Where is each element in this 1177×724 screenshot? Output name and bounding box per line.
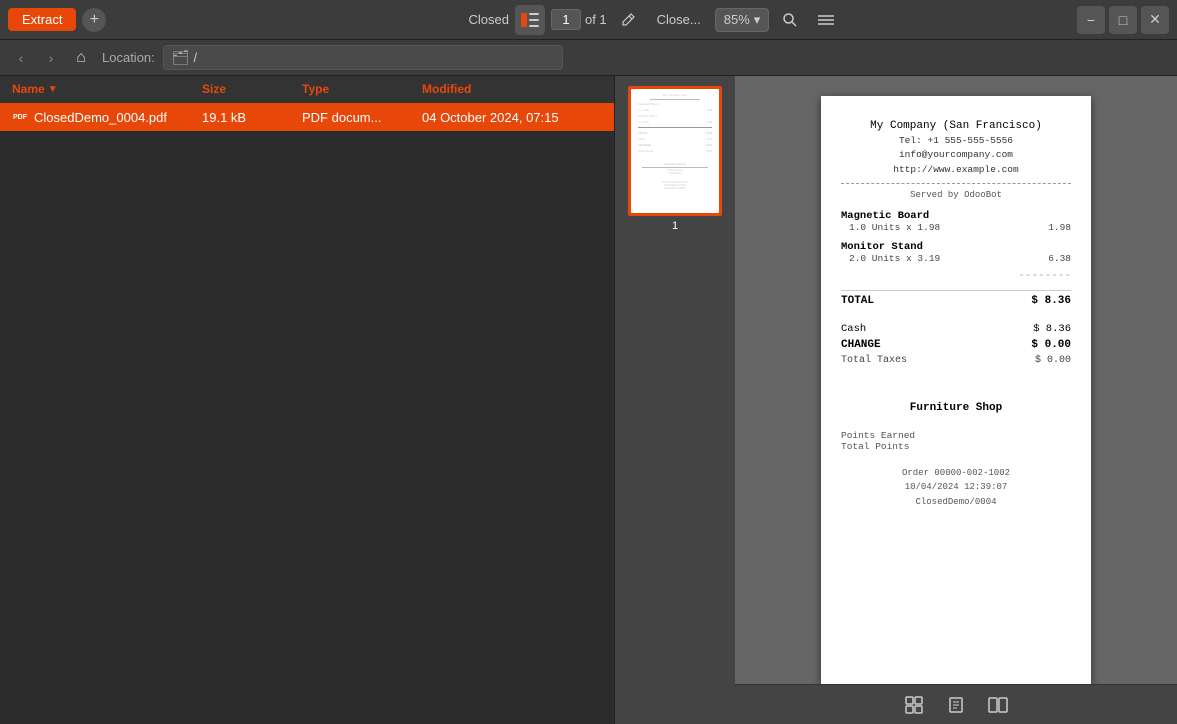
pdf-change-row: CHANGE $ 0.00 <box>841 339 1071 351</box>
search-icon <box>782 12 798 28</box>
sort-arrow-icon: ▼ <box>48 84 58 95</box>
pdf-company-name: My Company (San Francisco) <box>841 120 1071 132</box>
col-modified-label: Modified <box>422 82 471 96</box>
pdf-item-2-name: Monitor Stand <box>841 241 1071 253</box>
page-navigation: 1 of 1 <box>551 9 607 30</box>
pdf-cash-label: Cash <box>841 323 866 335</box>
home-button[interactable]: ⌂ <box>68 45 94 71</box>
page-total-label: of 1 <box>585 12 607 27</box>
file-panel: Name ▼ Size Type Modified PDF ClosedDemo… <box>0 76 615 724</box>
pdf-total-label: TOTAL <box>841 295 874 307</box>
zoom-level-label: 85% <box>724 12 750 27</box>
pdf-view-area: My Company (San Francisco) Tel: +1 555-5… <box>735 76 1177 724</box>
pdf-item-1-detail: 1.0 Units x 1.98 1.98 <box>849 222 1071 233</box>
zoom-arrow-icon: ▾ <box>754 12 761 28</box>
pen-icon <box>620 12 636 28</box>
pdf-taxes-row: Total Taxes $ 0.00 <box>841 355 1071 366</box>
main-area: Name ▼ Size Type Modified PDF ClosedDemo… <box>0 76 1177 724</box>
grid-view-button[interactable] <box>897 690 931 720</box>
pdf-panel: My Company (SF) Magnetic Board 1 x 1.981… <box>615 76 1177 724</box>
file-table-header: Name ▼ Size Type Modified <box>0 76 614 103</box>
thumbnail-page-number: 1 <box>672 220 678 232</box>
window-controls: − □ ✕ <box>1077 6 1169 34</box>
pdf-served-by: Served by OdooBot <box>841 190 1071 200</box>
pdf-order-number: Order 00000-002-1002 <box>841 466 1071 480</box>
pdf-taxes-label: Total Taxes <box>841 355 907 366</box>
pdf-order-ref: ClosedDemo/0004 <box>841 495 1071 509</box>
pdf-content-area[interactable]: My Company (San Francisco) Tel: +1 555-5… <box>735 76 1177 684</box>
thumbnail-strip: My Company (SF) Magnetic Board 1 x 1.981… <box>615 76 735 724</box>
file-name: ClosedDemo_0004.pdf <box>34 110 167 125</box>
menu-button[interactable] <box>811 5 841 35</box>
zoom-selector[interactable]: 85% ▾ <box>715 8 770 32</box>
forward-button[interactable]: › <box>38 45 64 71</box>
col-header-name[interactable]: Name ▼ <box>12 82 202 96</box>
extract-button[interactable]: Extract <box>8 8 76 31</box>
pdf-taxes-amount: $ 0.00 <box>1035 355 1071 366</box>
pdf-order-date: 10/04/2024 12:39:07 <box>841 480 1071 494</box>
pdf-company-tel: Tel: +1 555-555-5556 <box>841 134 1071 148</box>
window-close-button[interactable]: ✕ <box>1141 6 1169 34</box>
pdf-company-website: http://www.example.com <box>841 163 1071 177</box>
pdf-section-title: Furniture Shop <box>841 402 1071 414</box>
two-page-button[interactable] <box>981 690 1015 720</box>
pdf-loyalty-earned-row: Points Earned <box>841 430 1071 441</box>
file-size: 19.1 kB <box>202 110 302 125</box>
file-list: PDF ClosedDemo_0004.pdf 19.1 kB PDF docu… <box>0 103 614 724</box>
location-box: 🗂 / <box>163 45 563 70</box>
folder-icon: 🗂 <box>172 49 190 66</box>
pdf-company-email: info@yourcompany.com <box>841 148 1071 162</box>
pdf-file-icon: PDF <box>12 109 28 125</box>
sidebar-toggle-button[interactable] <box>515 5 545 35</box>
pdf-document: My Company (San Francisco) Tel: +1 555-5… <box>821 96 1091 684</box>
minimize-button[interactable]: − <box>1077 6 1105 34</box>
col-name-label: Name <box>12 82 45 96</box>
file-type: PDF docum... <box>302 110 422 125</box>
col-type-label: Type <box>302 82 329 96</box>
pdf-total-amount: $ 8.36 <box>1031 295 1071 307</box>
table-row[interactable]: PDF ClosedDemo_0004.pdf 19.1 kB PDF docu… <box>0 103 614 131</box>
nav-bar: ‹ › ⌂ Location: 🗂 / <box>0 40 1177 76</box>
pdf-bottom-toolbar <box>735 684 1177 724</box>
pdf-change-label: CHANGE <box>841 339 881 351</box>
hamburger-icon <box>818 14 834 26</box>
col-size-label: Size <box>202 82 226 96</box>
pdf-cash-row: Cash $ 8.36 <box>841 323 1071 335</box>
pdf-total-row: TOTAL $ 8.36 <box>841 290 1071 307</box>
file-modified: 04 October 2024, 07:15 <box>422 110 602 125</box>
thumbnail-image: My Company (SF) Magnetic Board 1 x 1.981… <box>631 89 719 213</box>
col-header-type[interactable]: Type <box>302 82 422 96</box>
grid-icon <box>905 696 923 714</box>
col-header-modified[interactable]: Modified <box>422 82 602 96</box>
pdf-loyalty-total-row: Total Points <box>841 441 1071 452</box>
fit-page-button[interactable] <box>939 690 973 720</box>
location-label: Location: <box>102 50 155 65</box>
pdf-cash-amount: $ 8.36 <box>1033 323 1071 335</box>
maximize-button[interactable]: □ <box>1109 6 1137 34</box>
location-path: / <box>194 50 198 65</box>
page-number-input[interactable]: 1 <box>551 9 581 30</box>
pdf-item-1-name: Magnetic Board <box>841 210 1071 222</box>
pdf-loyalty-earned-label: Points Earned <box>841 430 915 441</box>
pdf-order-info: Order 00000-002-1002 10/04/2024 12:39:07… <box>841 466 1071 509</box>
pdf-change-amount: $ 0.00 <box>1031 339 1071 351</box>
two-page-icon <box>988 696 1008 714</box>
col-header-size[interactable]: Size <box>202 82 302 96</box>
pdf-item-2-detail: 2.0 Units x 3.19 6.38 <box>849 253 1071 264</box>
fit-page-icon <box>947 696 965 714</box>
add-button[interactable]: + <box>82 8 106 32</box>
thumbnail-page-1[interactable]: My Company (SF) Magnetic Board 1 x 1.981… <box>628 86 722 232</box>
top-toolbar: Extract + Closed 1 of 1 Close... 85% ▾ <box>0 0 1177 40</box>
close-button[interactable]: Close... <box>649 5 709 35</box>
closed-label: Closed <box>469 12 509 27</box>
annotate-button[interactable] <box>613 5 643 35</box>
pdf-divider-1 <box>841 183 1071 184</box>
back-button[interactable]: ‹ <box>8 45 34 71</box>
sidebar-icon <box>521 13 539 27</box>
search-button[interactable] <box>775 5 805 35</box>
pdf-loyalty-total-label: Total Points <box>841 441 909 452</box>
